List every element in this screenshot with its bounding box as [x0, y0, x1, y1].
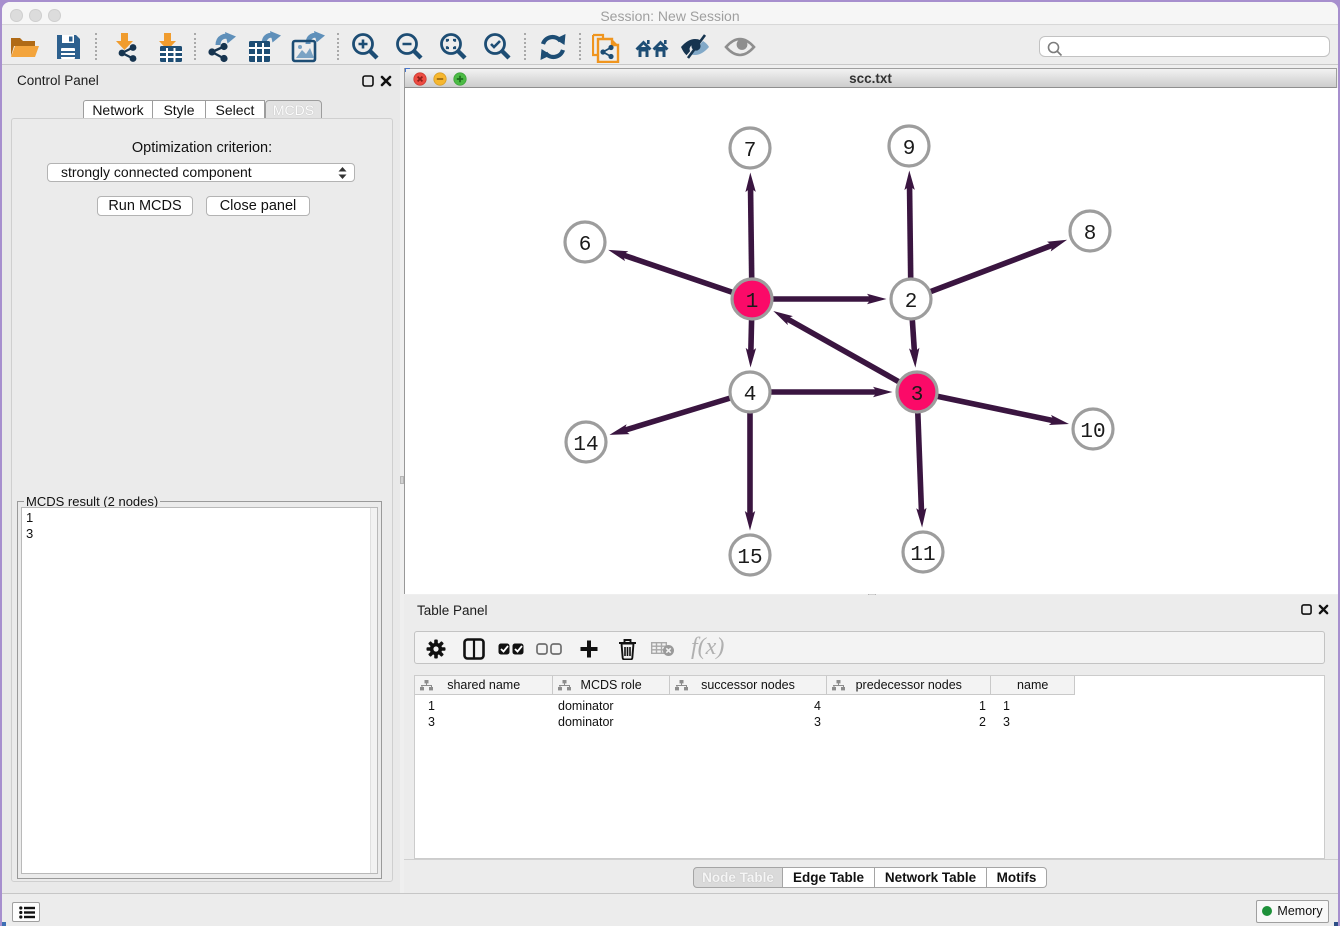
svg-text:3: 3: [911, 384, 924, 407]
svg-text:8: 8: [1084, 223, 1097, 246]
svg-text:14: 14: [573, 434, 598, 457]
svg-text:7: 7: [744, 140, 757, 163]
svg-text:6: 6: [579, 234, 592, 257]
svg-text:9: 9: [903, 138, 916, 161]
svg-text:2: 2: [905, 291, 918, 314]
svg-text:15: 15: [737, 547, 762, 570]
svg-text:1: 1: [746, 291, 759, 314]
svg-text:11: 11: [910, 544, 935, 567]
svg-text:4: 4: [744, 384, 757, 407]
svg-text:10: 10: [1080, 421, 1105, 444]
